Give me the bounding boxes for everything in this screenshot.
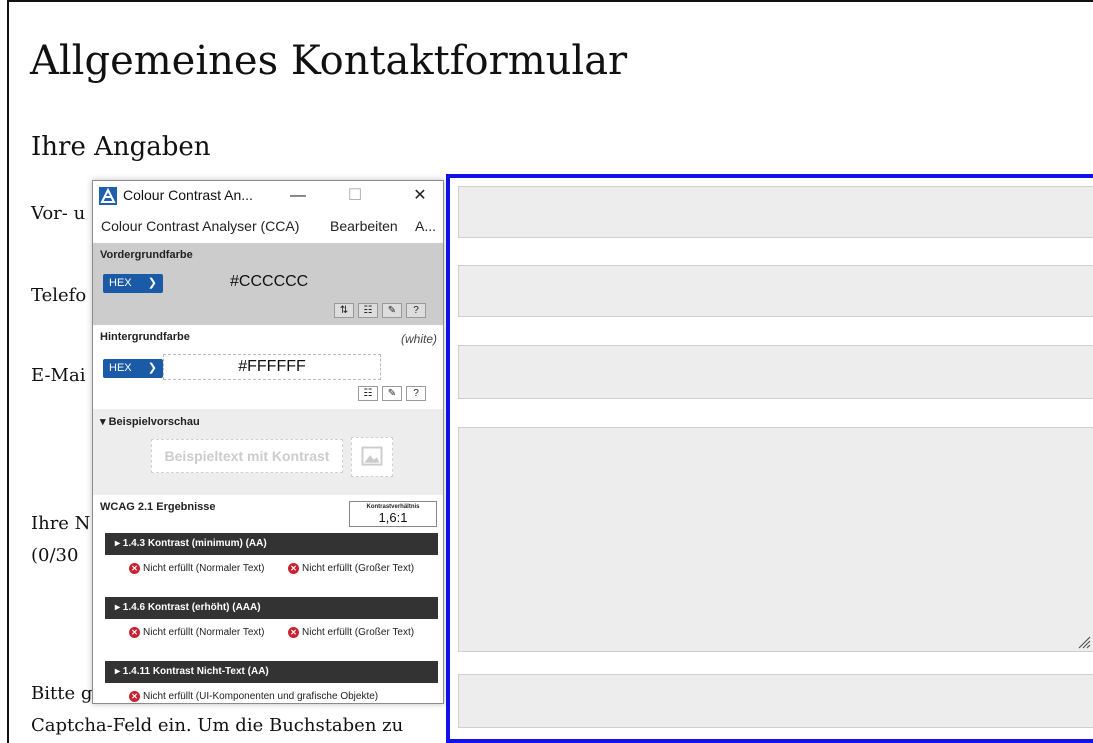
fail-icon: ✕ bbox=[288, 563, 299, 574]
contrast-ratio-box: Kontrastverhältnis 1,6:1 bbox=[349, 501, 437, 527]
foreground-hex-value[interactable]: #CCCCCC bbox=[230, 273, 308, 291]
result-normal-text-label: Nicht erfüllt (Normaler Text) bbox=[143, 563, 265, 574]
adjust-sliders-icon[interactable]: ☷ bbox=[358, 386, 378, 401]
foreground-label: Vordergrundfarbe bbox=[100, 249, 193, 261]
background-format-select[interactable]: HEX ❯ bbox=[103, 359, 163, 378]
menu-overflow[interactable]: A... bbox=[415, 218, 436, 234]
preview-image-icon bbox=[351, 437, 393, 477]
captcha-hint-line2: Captcha-Feld ein. Um die Buchstaben zu bbox=[31, 715, 404, 736]
cca-window: Colour Contrast An... — ☐ ✕ Colour Contr… bbox=[92, 180, 444, 704]
preview-sample-text: Beispieltext mit Kontrast bbox=[151, 439, 343, 473]
maximize-button[interactable]: ☐ bbox=[340, 183, 370, 209]
fail-icon: ✕ bbox=[129, 563, 140, 574]
close-button[interactable]: ✕ bbox=[405, 183, 435, 209]
wcag-results-title: WCAG 2.1 Ergebnisse bbox=[100, 501, 216, 513]
help-icon[interactable]: ? bbox=[406, 303, 426, 318]
captcha-hint-line1: Bitte g bbox=[31, 683, 93, 704]
fail-icon: ✕ bbox=[129, 691, 140, 702]
eyedropper-icon[interactable]: ✎ bbox=[382, 303, 402, 318]
eyedropper-icon[interactable]: ✎ bbox=[382, 386, 402, 401]
resize-grip-icon[interactable] bbox=[1077, 635, 1091, 649]
foreground-format-select[interactable]: HEX ❯ bbox=[103, 274, 163, 293]
result-large-text-label: Nicht erfüllt (Großer Text) bbox=[302, 627, 415, 638]
criterion-1-4-6[interactable]: ▸ 1.4.6 Kontrast (erhöht) (AAA) bbox=[105, 597, 438, 619]
email-input[interactable] bbox=[458, 345, 1093, 399]
captcha-input[interactable] bbox=[458, 674, 1093, 728]
preview-toggle[interactable]: ▾ Beispielvorschau bbox=[100, 415, 200, 428]
message-counter: (0/30 bbox=[31, 545, 79, 566]
message-textarea[interactable] bbox=[458, 427, 1093, 652]
email-label: E-Mai bbox=[31, 365, 86, 386]
menu-bearbeiten[interactable]: Bearbeiten bbox=[330, 218, 398, 234]
name-input[interactable] bbox=[458, 186, 1093, 238]
cca-titlebar[interactable]: Colour Contrast An... — ☐ ✕ bbox=[93, 181, 443, 211]
background-label: Hintergrundfarbe bbox=[100, 331, 190, 343]
background-hex-input[interactable]: #FFFFFF bbox=[163, 354, 381, 380]
result-normal-text: ✕ Nicht erfüllt (Normaler Text) bbox=[129, 627, 271, 638]
criterion-1-4-3[interactable]: ▸ 1.4.3 Kontrast (minimum) (AA) bbox=[105, 533, 438, 555]
adjust-sliders-icon[interactable]: ☷ bbox=[358, 303, 378, 318]
result-large-text: ✕ Nicht erfüllt (Großer Text) bbox=[288, 563, 414, 574]
section-title: Ihre Angaben bbox=[31, 132, 211, 162]
cca-app-icon bbox=[99, 187, 117, 205]
page-title: Allgemeines Kontaktformular bbox=[30, 38, 628, 84]
result-ui-components-label: Nicht erfüllt (UI-Komponenten und grafis… bbox=[143, 691, 379, 702]
foreground-format-value: HEX bbox=[109, 277, 132, 289]
chevron-down-icon: ❯ bbox=[147, 362, 157, 374]
phone-label: Telefo bbox=[31, 285, 87, 306]
background-format-value: HEX bbox=[109, 362, 132, 374]
minimize-button[interactable]: — bbox=[283, 183, 313, 209]
background-color-name: (white) bbox=[400, 332, 437, 346]
cca-window-title: Colour Contrast An... bbox=[123, 187, 253, 203]
criterion-1-4-11[interactable]: ▸ 1.4.11 Kontrast Nicht-Text (AA) bbox=[105, 661, 438, 683]
phone-input[interactable] bbox=[458, 265, 1093, 317]
name-label: Vor- u bbox=[31, 203, 86, 224]
contrast-ratio-value: 1,6:1 bbox=[378, 510, 408, 525]
message-label: Ihre N bbox=[31, 513, 91, 534]
menu-cca[interactable]: Colour Contrast Analyser (CCA) bbox=[101, 218, 299, 234]
result-large-text-label: Nicht erfüllt (Großer Text) bbox=[302, 563, 415, 574]
result-normal-text: ✕ Nicht erfüllt (Normaler Text) bbox=[129, 563, 271, 574]
fail-icon: ✕ bbox=[288, 627, 299, 638]
chevron-down-icon: ❯ bbox=[147, 277, 157, 289]
result-large-text: ✕ Nicht erfüllt (Großer Text) bbox=[288, 627, 414, 638]
fail-icon: ✕ bbox=[129, 627, 140, 638]
result-normal-text-label: Nicht erfüllt (Normaler Text) bbox=[143, 627, 265, 638]
help-icon[interactable]: ? bbox=[406, 386, 426, 401]
swap-colors-icon[interactable]: ⇅ bbox=[334, 303, 354, 318]
result-ui-components: ✕ Nicht erfüllt (UI-Komponenten und grafi… bbox=[129, 691, 378, 702]
cca-menubar: Colour Contrast Analyser (CCA) Bearbeite… bbox=[93, 211, 443, 241]
